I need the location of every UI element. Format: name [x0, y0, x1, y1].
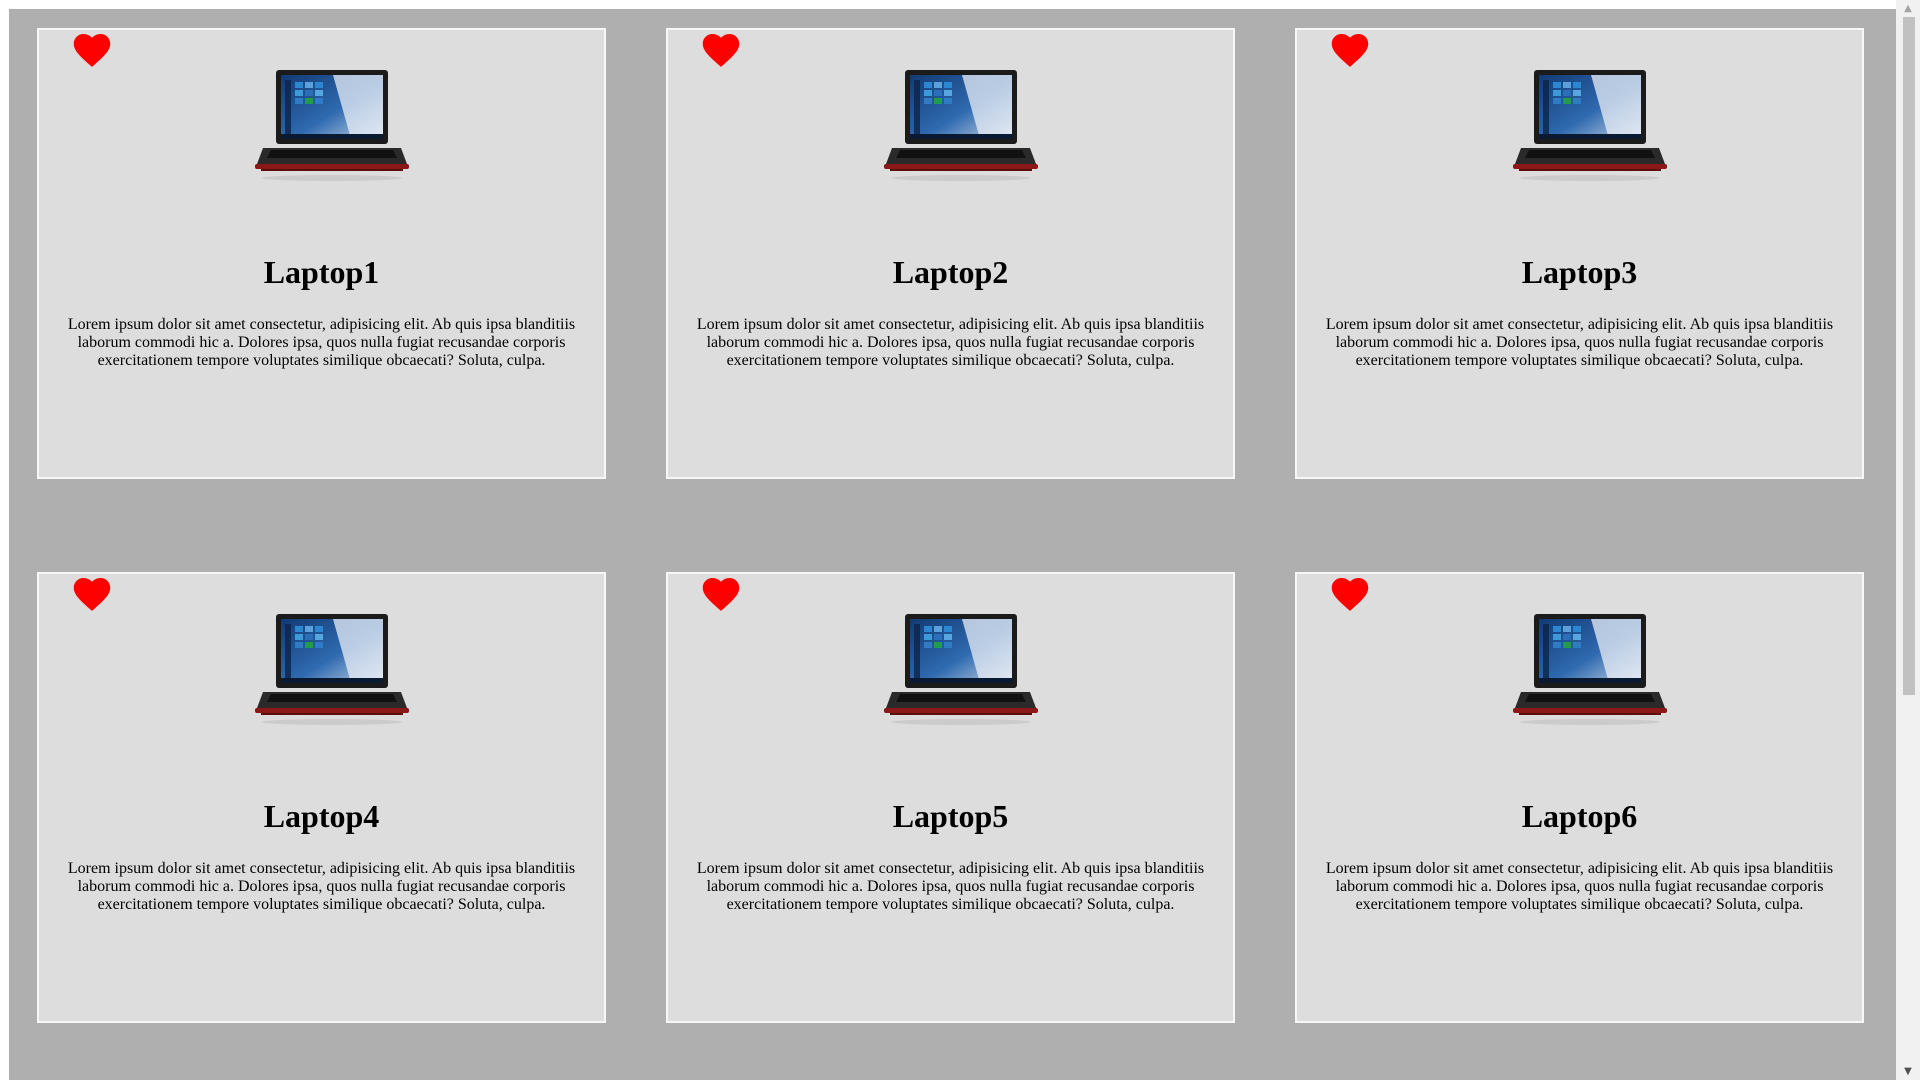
- laptop-image: [1513, 614, 1667, 725]
- product-card: Laptop6 Lorem ipsum dolor sit amet conse…: [1295, 572, 1864, 1023]
- heart-icon[interactable]: [1331, 34, 1369, 68]
- card-description: Lorem ipsum dolor sit amet consectetur, …: [67, 860, 576, 913]
- card-title: Laptop4: [263, 798, 380, 834]
- scroll-down-arrow-icon[interactable]: ▼: [1896, 1063, 1920, 1080]
- laptop-image: [884, 70, 1038, 181]
- card-description: Lorem ipsum dolor sit amet consectetur, …: [67, 316, 576, 369]
- laptop-image: [255, 614, 409, 725]
- product-card: Laptop3 Lorem ipsum dolor sit amet conse…: [1295, 28, 1864, 479]
- card-title: Laptop2: [892, 254, 1009, 290]
- scrollbar-thumb[interactable]: [1903, 17, 1915, 695]
- card-description: Lorem ipsum dolor sit amet consectetur, …: [696, 316, 1205, 369]
- card-description: Lorem ipsum dolor sit amet consectetur, …: [1325, 316, 1834, 369]
- laptop-image: [255, 70, 409, 181]
- product-card: Laptop4 Lorem ipsum dolor sit amet conse…: [37, 572, 606, 1023]
- page-viewport: Laptop1 Lorem ipsum dolor sit amet conse…: [9, 9, 1896, 1080]
- card-title: Laptop6: [1521, 798, 1638, 834]
- heart-icon[interactable]: [702, 34, 740, 68]
- product-card: Laptop5 Lorem ipsum dolor sit amet conse…: [666, 572, 1235, 1023]
- heart-icon[interactable]: [73, 578, 111, 612]
- card-title: Laptop3: [1521, 254, 1638, 290]
- product-card: Laptop1 Lorem ipsum dolor sit amet conse…: [37, 28, 606, 479]
- heart-icon[interactable]: [73, 34, 111, 68]
- heart-icon[interactable]: [702, 578, 740, 612]
- card-title: Laptop1: [263, 254, 380, 290]
- vertical-scrollbar[interactable]: ▲ ▼: [1896, 0, 1920, 1080]
- scroll-up-arrow-icon[interactable]: ▲: [1896, 0, 1920, 17]
- heart-icon[interactable]: [1331, 578, 1369, 612]
- card-description: Lorem ipsum dolor sit amet consectetur, …: [696, 860, 1205, 913]
- product-grid: Laptop1 Lorem ipsum dolor sit amet conse…: [9, 9, 1896, 1080]
- laptop-image: [884, 614, 1038, 725]
- card-title: Laptop5: [892, 798, 1009, 834]
- card-description: Lorem ipsum dolor sit amet consectetur, …: [1325, 860, 1834, 913]
- laptop-image: [1513, 70, 1667, 181]
- product-card: Laptop2 Lorem ipsum dolor sit amet conse…: [666, 28, 1235, 479]
